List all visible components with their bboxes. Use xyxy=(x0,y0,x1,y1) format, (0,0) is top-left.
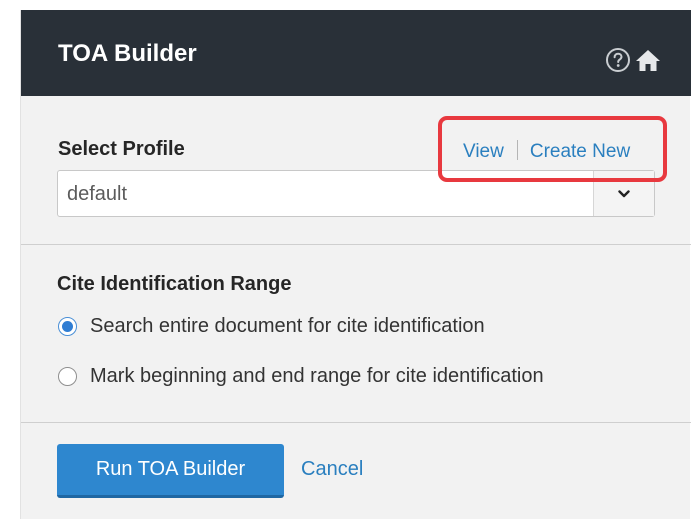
toa-builder-panel: TOA Builder Select Profile View Create Ne… xyxy=(20,10,691,519)
highlight-annotation xyxy=(438,116,667,182)
select-profile-label: Select Profile xyxy=(58,138,185,160)
chevron-down-icon xyxy=(618,190,630,198)
panel-header: TOA Builder xyxy=(21,10,691,96)
panel-title: TOA Builder xyxy=(58,40,197,67)
cite-range-label: Cite Identification Range xyxy=(57,273,292,295)
home-icon[interactable] xyxy=(635,48,661,72)
section-divider xyxy=(21,244,691,245)
radio-button-unchecked[interactable] xyxy=(58,367,77,386)
section-divider xyxy=(21,422,691,423)
radio-option-label: Search entire document for cite identifi… xyxy=(90,315,485,337)
radio-option-label: Mark beginning and end range for cite id… xyxy=(90,365,544,387)
cancel-link[interactable]: Cancel xyxy=(301,458,363,481)
help-circle-icon[interactable] xyxy=(605,47,631,73)
profile-dropdown-value: default xyxy=(67,183,128,205)
run-toa-builder-button[interactable]: Run TOA Builder xyxy=(57,444,284,498)
radio-button-checked[interactable] xyxy=(58,317,77,336)
